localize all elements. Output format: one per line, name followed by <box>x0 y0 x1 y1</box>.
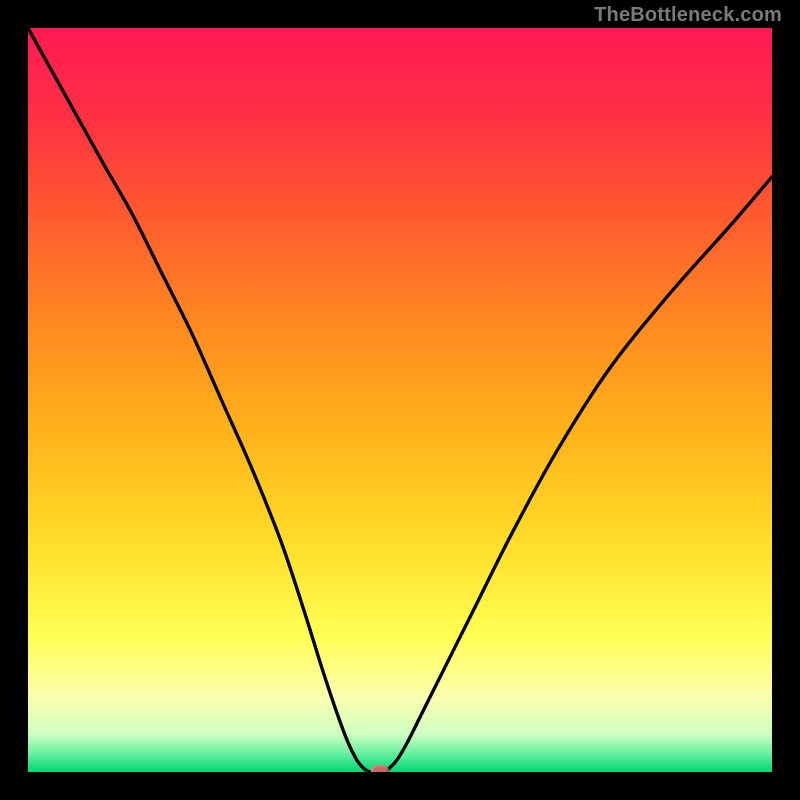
optimal-point-marker <box>371 765 389 773</box>
watermark-text: TheBottleneck.com <box>594 4 782 27</box>
plot-area <box>28 28 772 772</box>
chart-frame: TheBottleneck.com <box>0 0 800 800</box>
bottleneck-curve <box>28 28 772 772</box>
